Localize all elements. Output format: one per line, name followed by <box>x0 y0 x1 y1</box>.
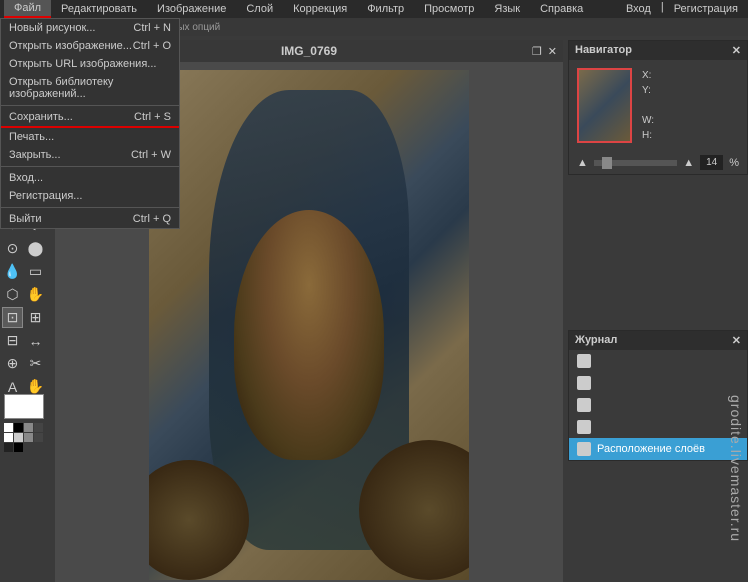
history-icon <box>577 420 591 434</box>
zoom-value: 14 <box>700 155 723 170</box>
close-icon[interactable]: ✕ <box>548 45 557 58</box>
swatch[interactable] <box>34 433 43 442</box>
menu-correction[interactable]: Коррекция <box>283 1 357 17</box>
right-panels: Навигатор ✕ X: Y: W: H: ▲ ▲ 14 % Журнал … <box>568 40 748 465</box>
foreground-color[interactable] <box>4 394 44 419</box>
canvas-image[interactable] <box>149 70 469 580</box>
menu-separator <box>1 207 179 208</box>
tool-target[interactable]: ⊕ <box>2 353 23 374</box>
color-panel <box>0 390 48 452</box>
auth-links: Вход | Регистрация <box>620 1 744 17</box>
navigator-info: X: Y: W: H: <box>642 68 654 143</box>
navigator-panel: Навигатор ✕ X: Y: W: H: ▲ ▲ 14 % <box>568 40 748 175</box>
file-menu-dropdown: Новый рисунок...Ctrl + N Открыть изображ… <box>0 18 180 229</box>
history-icon <box>577 442 591 456</box>
tool-hand[interactable]: ✋ <box>25 284 46 305</box>
swatch[interactable] <box>4 443 13 452</box>
auth-separator: | <box>661 1 664 17</box>
menu-separator <box>1 105 179 106</box>
menu-exit[interactable]: ВыйтиCtrl + Q <box>1 210 179 228</box>
menu-close[interactable]: Закрыть...Ctrl + W <box>1 146 179 164</box>
watermark: grodite.livemaster.ru <box>728 395 744 542</box>
tool-eraser[interactable]: ⊟ <box>2 330 23 351</box>
history-icon <box>577 354 591 368</box>
swatch[interactable] <box>34 423 43 432</box>
journal-title: Журнал <box>575 334 617 347</box>
menu-help[interactable]: Справка <box>530 1 593 17</box>
navigator-title: Навигатор <box>575 44 632 57</box>
menu-file[interactable]: Файл <box>4 0 51 18</box>
swatch[interactable] <box>14 423 23 432</box>
tool-pencil[interactable]: ⬤ <box>25 238 46 259</box>
menu-edit[interactable]: Редактировать <box>51 1 147 17</box>
menu-open-library[interactable]: Открыть библиотеку изображений... <box>1 73 179 103</box>
menu-save[interactable]: Сохранить...Ctrl + S <box>1 108 179 128</box>
tool-gradient[interactable]: ⊞ <box>25 307 46 328</box>
login-link[interactable]: Вход <box>620 1 657 17</box>
swatch[interactable] <box>14 433 23 442</box>
canvas-title: IMG_0769 <box>281 44 337 58</box>
menu-register[interactable]: Регистрация... <box>1 187 179 205</box>
menu-open[interactable]: Открыть изображение...Ctrl + O <box>1 37 179 55</box>
menu-open-url[interactable]: Открыть URL изображения... <box>1 55 179 73</box>
tool-crop[interactable]: ✂ <box>25 353 46 374</box>
journal-item-active[interactable]: Расположение слоёв <box>569 438 747 460</box>
swatch[interactable] <box>24 423 33 432</box>
register-link[interactable]: Регистрация <box>668 1 744 17</box>
menubar: Файл Редактировать Изображение Слой Корр… <box>0 0 748 18</box>
tool-move[interactable]: ↔ <box>25 330 46 351</box>
tool-clone[interactable]: ⊡ <box>2 307 23 328</box>
swatch[interactable] <box>4 423 13 432</box>
maximize-icon[interactable]: ❐ <box>532 45 542 58</box>
zoom-in-icon[interactable]: ▲ <box>683 157 694 169</box>
zoom-track[interactable] <box>594 160 677 166</box>
zoom-slider: ▲ ▲ 14 % <box>569 151 747 174</box>
navigator-header: Навигатор ✕ <box>569 41 747 60</box>
image-content <box>234 210 384 460</box>
navigator-thumbnail[interactable] <box>577 68 632 143</box>
journal-item[interactable] <box>569 416 747 438</box>
swatch[interactable] <box>24 433 33 442</box>
zoom-pct: % <box>729 157 739 169</box>
color-swatches <box>0 423 48 452</box>
tool-shape[interactable]: ▭ <box>25 261 46 282</box>
menu-print[interactable]: Печать... <box>1 128 179 146</box>
zoom-out-icon[interactable]: ▲ <box>577 157 588 169</box>
menu-layer[interactable]: Слой <box>236 1 283 17</box>
journal-header: Журнал ✕ <box>569 331 747 350</box>
history-icon <box>577 398 591 412</box>
menu-login[interactable]: Вход... <box>1 169 179 187</box>
menu-filter[interactable]: Фильтр <box>357 1 414 17</box>
menu-language[interactable]: Язык <box>484 1 530 17</box>
tool-brush[interactable]: ⊙ <box>2 238 23 259</box>
journal-item[interactable] <box>569 394 747 416</box>
history-icon <box>577 376 591 390</box>
menu-separator <box>1 166 179 167</box>
swatch[interactable] <box>4 433 13 442</box>
tool-fill[interactable]: ⬡ <box>2 284 23 305</box>
menu-view[interactable]: Просмотр <box>414 1 484 17</box>
close-icon[interactable]: ✕ <box>732 44 741 57</box>
menu-image[interactable]: Изображение <box>147 1 236 17</box>
close-icon[interactable]: ✕ <box>732 334 741 347</box>
journal-item[interactable] <box>569 372 747 394</box>
tool-blur[interactable]: 💧 <box>2 261 23 282</box>
journal-item[interactable] <box>569 350 747 372</box>
swatch[interactable] <box>14 443 23 452</box>
menu-new[interactable]: Новый рисунок...Ctrl + N <box>1 19 179 37</box>
journal-panel: Журнал ✕ Расположение слоёв <box>568 330 748 461</box>
zoom-thumb[interactable] <box>602 157 612 169</box>
